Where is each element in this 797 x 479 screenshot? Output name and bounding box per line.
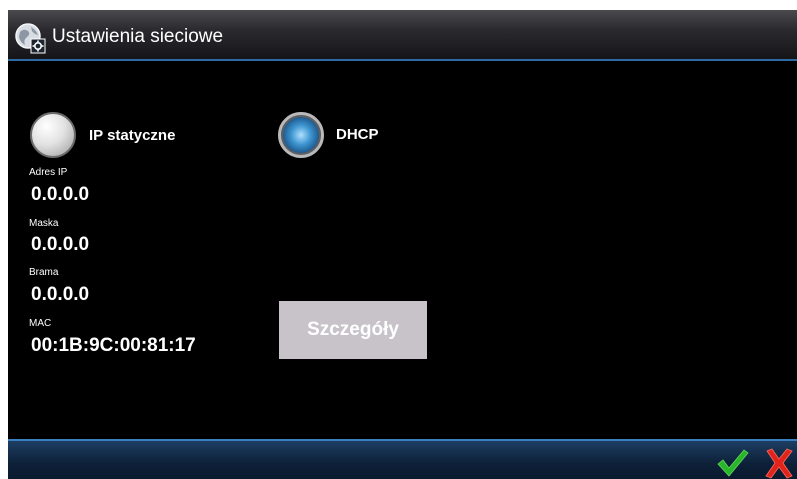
mask-label: Maska: [29, 218, 59, 229]
close-icon[interactable]: [764, 447, 794, 479]
globe-settings-icon: [15, 23, 46, 54]
mask-value: 0.0.0.0: [31, 234, 90, 255]
checkmark-icon[interactable]: [715, 447, 749, 479]
gateway-value: 0.0.0.0: [31, 284, 90, 305]
mac-value: 00:1B:9C:00:81:17: [31, 335, 196, 356]
static-ip-label[interactable]: IP statyczne: [89, 127, 175, 144]
bottom-bar: [8, 439, 797, 479]
ip-address-value: 0.0.0.0: [31, 184, 90, 205]
title-bar: Ustawienia sieciowe: [8, 10, 797, 61]
window-title: Ustawienia sieciowe: [52, 26, 224, 47]
gateway-label: Brama: [29, 267, 59, 278]
settings-window: Ustawienia sieciowe IP statyczne DHCP Ad…: [8, 10, 797, 479]
content-area: IP statyczne DHCP Adres IP 0.0.0.0 Maska…: [8, 61, 797, 439]
details-button[interactable]: Szczegóły: [279, 301, 427, 359]
dhcp-radio[interactable]: [278, 112, 324, 158]
mac-label: MAC: [29, 318, 52, 329]
static-ip-radio[interactable]: [30, 112, 76, 158]
dhcp-label[interactable]: DHCP: [336, 126, 379, 143]
ip-address-label: Adres IP: [29, 167, 68, 178]
